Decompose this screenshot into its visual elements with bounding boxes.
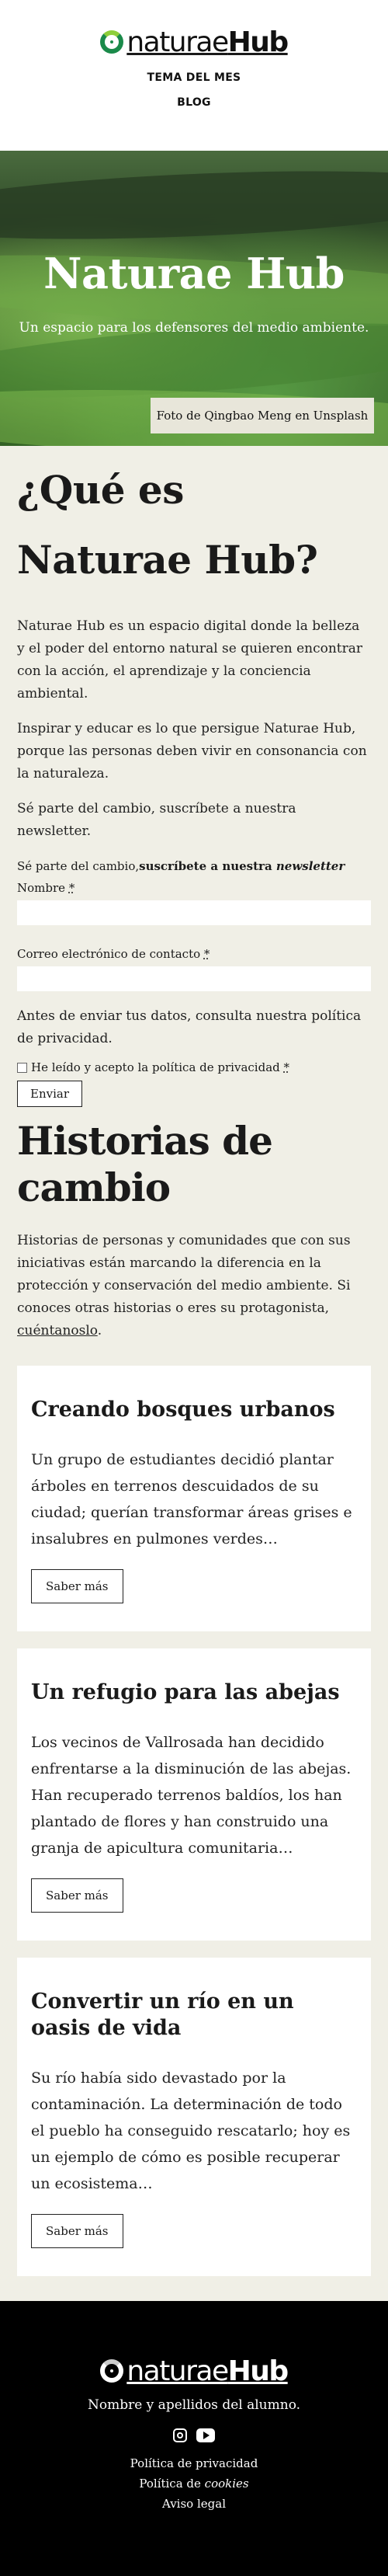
story-excerpt: Su río había sido devastado por la conta… bbox=[31, 2070, 351, 2192]
privacy-checkbox[interactable] bbox=[17, 1062, 27, 1073]
story-title: Un refugio para las abejas bbox=[31, 1680, 340, 1704]
photo-credit: Foto de Qingbao Meng en Unsplash bbox=[151, 398, 374, 433]
main-nav: TEMA DEL MES BLOG bbox=[147, 71, 241, 109]
about-paragraph: Naturae Hub es un espacio digital donde … bbox=[17, 618, 363, 701]
email-field[interactable] bbox=[17, 966, 371, 991]
social-links bbox=[173, 2428, 215, 2442]
nav-item-tema-del-mes[interactable]: TEMA DEL MES bbox=[147, 71, 241, 84]
privacy-policy-link[interactable]: Política de privacidad bbox=[130, 2456, 258, 2470]
photo-credit-link[interactable]: Foto de Qingbao Meng en Unsplash bbox=[157, 409, 369, 423]
legal-notice-link[interactable]: Aviso legal bbox=[162, 2497, 226, 2511]
site-header: naturaeHub TEMA DEL MES BLOG bbox=[0, 0, 388, 151]
contact-link[interactable]: cuéntanoslo bbox=[17, 1323, 98, 1338]
story-list: Creando bosques urbanos Un grupo de estu… bbox=[17, 1366, 371, 2276]
stories-intro: Historias de personas y comunidades que … bbox=[17, 1233, 351, 1338]
about-paragraph: Sé parte del cambio, suscríbete a nuestr… bbox=[17, 801, 296, 839]
story-title: Convertir un río en un oasis de vida bbox=[31, 1989, 294, 2040]
read-more-button[interactable]: Saber más bbox=[31, 1569, 123, 1603]
logo-icon bbox=[100, 2359, 124, 2383]
read-more-button[interactable]: Saber más bbox=[31, 1878, 123, 1913]
hero-title: Naturae Hub bbox=[43, 249, 345, 298]
story-title: Creando bosques urbanos bbox=[31, 1398, 335, 1422]
about-paragraph: Inspirar y educar es lo que persigue Nat… bbox=[17, 721, 367, 782]
nav-item-blog[interactable]: BLOG bbox=[177, 96, 211, 109]
hero-banner: Naturae Hub Un espacio para los defensor… bbox=[0, 151, 388, 446]
hero-subtitle: Un espacio para los defensores del medio… bbox=[19, 320, 369, 336]
logo-text: naturaeHub bbox=[126, 26, 289, 58]
logo-icon bbox=[100, 30, 124, 54]
instagram-icon[interactable] bbox=[173, 2428, 187, 2442]
name-field[interactable] bbox=[17, 900, 371, 925]
story-card: Creando bosques urbanos Un grupo de estu… bbox=[17, 1366, 371, 1631]
newsletter-form: Sé parte del cambio,suscríbete a nuestra… bbox=[17, 858, 371, 1107]
privacy-notice: Antes de enviar tus datos, consulta nues… bbox=[17, 1008, 362, 1046]
story-card: Un refugio para las abejas Los vecinos d… bbox=[17, 1648, 371, 1941]
consent-row: He leído y acepto la política de privaci… bbox=[17, 1060, 371, 1074]
youtube-icon[interactable] bbox=[196, 2428, 215, 2442]
footer-nav: Política de privacidad Política de cooki… bbox=[130, 2456, 258, 2511]
form-intro: Sé parte del cambio,suscríbete a nuestra… bbox=[17, 859, 345, 873]
read-more-button[interactable]: Saber más bbox=[31, 2214, 123, 2248]
story-card: Convertir un río en un oasis de vida Su … bbox=[17, 1958, 371, 2276]
site-footer: naturaeHub Nombre y apellidos del alumno… bbox=[0, 2301, 388, 2576]
site-logo[interactable]: naturaeHub bbox=[100, 25, 289, 59]
hero-landscape bbox=[0, 160, 388, 250]
footer-tagline: Nombre y apellidos del alumno. bbox=[87, 2397, 301, 2413]
submit-button[interactable]: Enviar bbox=[17, 1081, 82, 1107]
stories-title: Historias de cambio bbox=[17, 1118, 273, 1210]
name-label: Nombre * bbox=[17, 881, 75, 895]
consent-label: He leído y acepto la política de privaci… bbox=[31, 1060, 290, 1074]
story-excerpt: Los vecinos de Vallrosada han decidido e… bbox=[31, 1734, 352, 1857]
cookies-policy-link[interactable]: Política de cookies bbox=[139, 2477, 248, 2491]
about-title: ¿Qué es Naturae Hub? bbox=[17, 467, 318, 583]
logo-text: naturaeHub bbox=[126, 2355, 289, 2387]
story-excerpt: Un grupo de estudiantes decidió plantar … bbox=[31, 1451, 352, 1547]
footer-logo[interactable]: naturaeHub bbox=[100, 2354, 289, 2388]
main-content: ¿Qué es Naturae Hub? Naturae Hub es un e… bbox=[0, 455, 388, 2276]
email-label: Correo electrónico de contacto * bbox=[17, 947, 210, 961]
